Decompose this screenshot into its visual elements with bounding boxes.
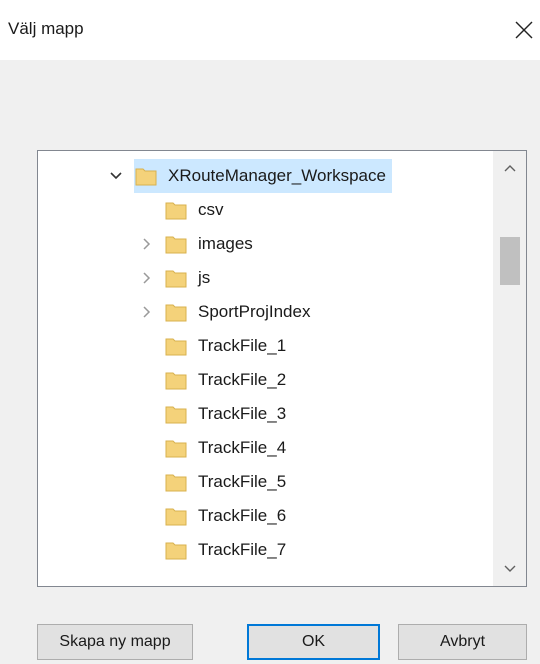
scroll-down-button[interactable] [493,552,526,586]
tree-item-label: TrackFile_1 [198,336,287,355]
folder-icon [164,538,188,562]
tree-item[interactable]: TrackFile_4 [138,431,292,465]
tree-item-label: TrackFile_4 [198,438,287,457]
tree-item-label: XRouteManager_Workspace [168,166,386,185]
chevron-down-icon[interactable] [108,168,124,184]
tree-item-label-wrap: TrackFile_3 [164,397,292,431]
tree-item-label: js [198,268,211,287]
vertical-scrollbar[interactable] [493,151,526,586]
folder-icon [164,266,188,290]
tree-item[interactable]: TrackFile_7 [138,533,292,567]
folder-icon [164,300,188,324]
expander-placeholder [138,372,154,388]
tree-item-label-wrap: TrackFile_5 [164,465,292,499]
title-bar: Välj mapp [0,0,540,60]
tree-item-label: csv [198,200,224,219]
new-folder-button[interactable]: Skapa ny mapp [37,624,193,660]
scroll-up-button[interactable] [493,151,526,185]
tree-item-label: SportProjIndex [198,302,311,321]
tree-item-label-wrap: TrackFile_2 [164,363,292,397]
tree-item[interactable]: TrackFile_3 [138,397,292,431]
expander-placeholder [138,202,154,218]
tree-item-label: TrackFile_7 [198,540,287,559]
tree-item-label-wrap: images [164,227,259,261]
tree-item[interactable]: SportProjIndex [138,295,316,329]
expander-placeholder [138,508,154,524]
folder-icon [164,334,188,358]
tree-item-label-wrap: SportProjIndex [164,295,316,329]
close-icon [515,21,533,39]
tree-item[interactable]: TrackFile_5 [138,465,292,499]
tree-item[interactable]: js [138,261,216,295]
folder-icon [164,470,188,494]
tree-item-label-wrap: TrackFile_1 [164,329,292,363]
tree-item-label-wrap: TrackFile_4 [164,431,292,465]
folder-tree-list: XRouteManager_Workspace csv images js Sport… [38,151,493,586]
tree-item-label: TrackFile_5 [198,472,287,491]
tree-item[interactable]: TrackFile_1 [138,329,292,363]
chevron-down-icon [504,565,515,572]
close-button[interactable] [512,18,536,42]
tree-item[interactable]: TrackFile_6 [138,499,292,533]
tree-item[interactable]: csv [138,193,230,227]
tree-item-label-wrap: TrackFile_7 [164,533,292,567]
tree-item-label: TrackFile_2 [198,370,287,389]
expander-placeholder [138,542,154,558]
chevron-up-icon [504,165,515,172]
expander-placeholder [138,440,154,456]
folder-icon [164,368,188,392]
tree-item-label-wrap: csv [164,193,230,227]
expander-placeholder [138,474,154,490]
tree-item-label: TrackFile_6 [198,506,287,525]
tree-item[interactable]: images [138,227,259,261]
ok-button[interactable]: OK [247,624,380,660]
tree-item[interactable]: TrackFile_2 [138,363,292,397]
dialog-title: Välj mapp [8,19,84,38]
expander-placeholder [138,338,154,354]
folder-icon [164,402,188,426]
scroll-thumb[interactable] [500,237,520,285]
chevron-right-icon[interactable] [138,270,154,286]
tree-item-label-wrap: TrackFile_6 [164,499,292,533]
folder-icon [164,504,188,528]
folder-icon [164,198,188,222]
folder-icon [134,164,158,188]
folder-tree[interactable]: XRouteManager_Workspace csv images js Sport… [37,150,527,587]
folder-icon [164,232,188,256]
folder-icon [164,436,188,460]
expander-placeholder [138,406,154,422]
tree-item-root-label-wrap: XRouteManager_Workspace [134,159,392,193]
tree-item-label-wrap: js [164,261,216,295]
chevron-right-icon[interactable] [138,304,154,320]
tree-item-root[interactable]: XRouteManager_Workspace [108,159,392,193]
tree-item-label: TrackFile_3 [198,404,287,423]
chevron-right-icon[interactable] [138,236,154,252]
cancel-button[interactable]: Avbryt [398,624,527,660]
folder-picker-dialog: Välj mapp XRouteManager_Workspace csv im… [0,0,540,664]
tree-item-label: images [198,234,253,253]
